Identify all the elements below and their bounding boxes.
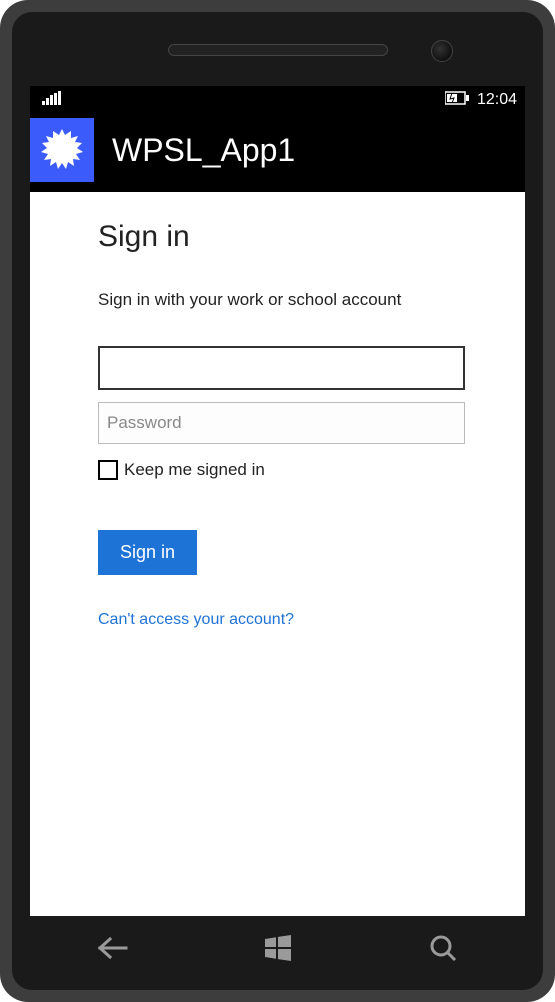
- home-button[interactable]: [233, 933, 323, 963]
- screen: 12:04 WPSL_App1 Sign in Sign in with you…: [30, 86, 525, 916]
- cant-access-link[interactable]: Can't access your account?: [98, 611, 294, 628]
- phone-inner: 12:04 WPSL_App1 Sign in Sign in with you…: [12, 12, 543, 990]
- phone-camera: [431, 40, 453, 62]
- nav-bar: [30, 920, 525, 976]
- back-button[interactable]: [68, 935, 158, 961]
- phone-speaker: [168, 44, 388, 56]
- keep-signed-row[interactable]: Keep me signed in: [98, 460, 465, 480]
- status-time: 12:04: [477, 91, 517, 109]
- keep-signed-label: Keep me signed in: [124, 460, 265, 480]
- username-input[interactable]: [98, 346, 465, 390]
- subtitle: Sign in with your work or school account: [98, 290, 465, 310]
- password-input[interactable]: [98, 402, 465, 444]
- starburst-icon: [39, 127, 85, 173]
- keep-signed-checkbox[interactable]: [98, 460, 118, 480]
- windows-icon: [263, 933, 293, 963]
- search-icon: [428, 933, 458, 963]
- phone-frame: 12:04 WPSL_App1 Sign in Sign in with you…: [0, 0, 555, 1002]
- battery-icon: [445, 91, 471, 110]
- app-title: WPSL_App1: [112, 132, 295, 169]
- page-title: Sign in: [98, 220, 465, 254]
- app-header: WPSL_App1: [30, 114, 525, 192]
- signin-button[interactable]: Sign in: [98, 530, 197, 575]
- status-bar: 12:04: [30, 86, 525, 114]
- search-button[interactable]: [398, 933, 488, 963]
- app-logo: [30, 118, 94, 182]
- content-area: Sign in Sign in with your work or school…: [30, 192, 525, 916]
- signal-icon: [42, 91, 61, 110]
- back-arrow-icon: [96, 935, 130, 961]
